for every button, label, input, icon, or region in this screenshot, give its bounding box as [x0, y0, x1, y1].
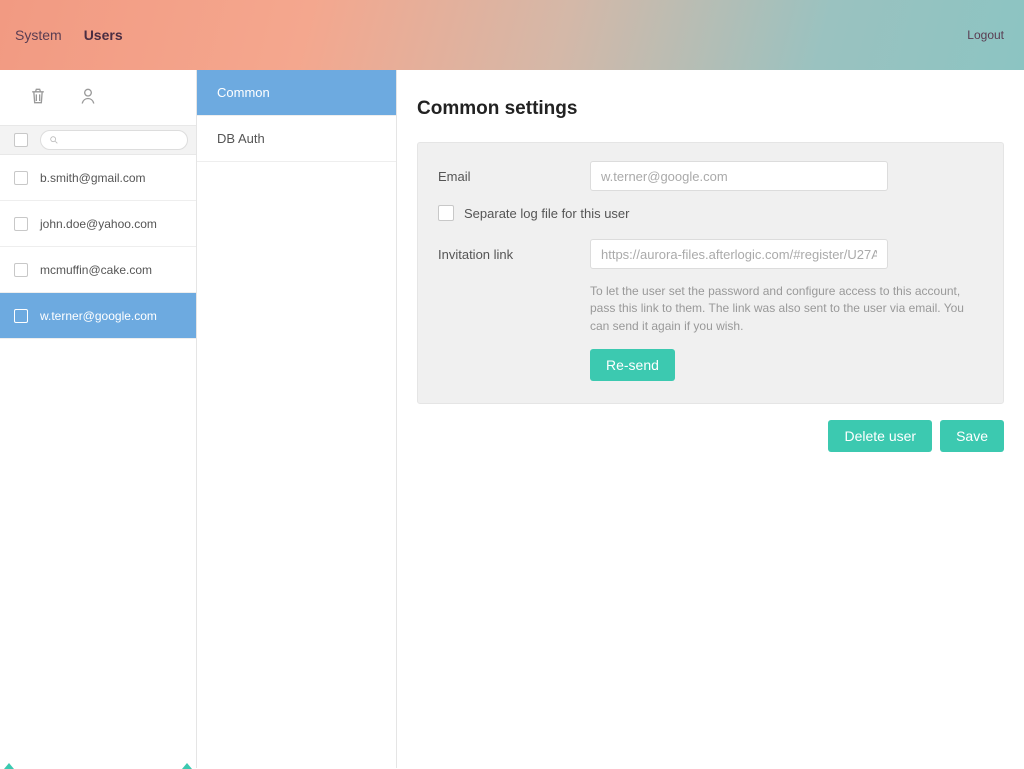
user-item[interactable]: w.terner@google.com [0, 293, 196, 339]
logout-link[interactable]: Logout [967, 28, 1004, 42]
invitation-help-text: To let the user set the password and con… [590, 283, 983, 335]
add-user-icon[interactable] [78, 84, 98, 111]
search-icon [49, 133, 59, 148]
header-nav: System Users [15, 27, 123, 43]
user-email: john.doe@yahoo.com [40, 217, 157, 231]
main-content: Common settings Email Separate log file … [397, 70, 1024, 768]
user-checkbox[interactable] [14, 309, 28, 323]
invitation-row: Invitation link [438, 239, 983, 269]
user-item[interactable]: john.doe@yahoo.com [0, 201, 196, 247]
app-body: b.smith@gmail.com john.doe@yahoo.com mcm… [0, 70, 1024, 768]
settings-panel: Email Separate log file for this user In… [417, 142, 1004, 404]
user-list-toolbar [0, 70, 196, 125]
search-row [0, 125, 196, 155]
email-field[interactable] [590, 161, 888, 191]
user-list: b.smith@gmail.com john.doe@yahoo.com mcm… [0, 155, 196, 768]
header: System Users Logout [0, 0, 1024, 70]
page-title: Common settings [417, 98, 1004, 120]
user-checkbox[interactable] [14, 217, 28, 231]
invitation-label: Invitation link [438, 247, 590, 262]
save-button[interactable]: Save [940, 420, 1004, 452]
resend-button[interactable]: Re-send [590, 349, 675, 381]
email-row: Email [438, 161, 983, 191]
user-item[interactable]: b.smith@gmail.com [0, 155, 196, 201]
select-all-checkbox[interactable] [14, 133, 28, 147]
invitation-field[interactable] [590, 239, 888, 269]
user-email: mcmuffin@cake.com [40, 263, 152, 277]
section-db-auth[interactable]: DB Auth [197, 116, 396, 162]
section-common[interactable]: Common [197, 70, 396, 116]
separate-log-checkbox[interactable] [438, 205, 454, 221]
email-label: Email [438, 169, 590, 184]
search-input[interactable] [40, 130, 188, 150]
user-email: w.terner@google.com [40, 309, 157, 323]
user-checkbox[interactable] [14, 171, 28, 185]
trash-icon[interactable] [28, 84, 48, 111]
action-bar: Delete user Save [417, 420, 1004, 452]
separate-log-label: Separate log file for this user [464, 206, 629, 221]
nav-users[interactable]: Users [84, 27, 123, 43]
delete-user-button[interactable]: Delete user [828, 420, 932, 452]
user-list-panel: b.smith@gmail.com john.doe@yahoo.com mcm… [0, 70, 197, 768]
user-item[interactable]: mcmuffin@cake.com [0, 247, 196, 293]
user-checkbox[interactable] [14, 263, 28, 277]
user-email: b.smith@gmail.com [40, 171, 146, 185]
nav-system[interactable]: System [15, 27, 62, 43]
section-list: Common DB Auth [197, 70, 397, 768]
separate-log-row: Separate log file for this user [438, 205, 983, 221]
